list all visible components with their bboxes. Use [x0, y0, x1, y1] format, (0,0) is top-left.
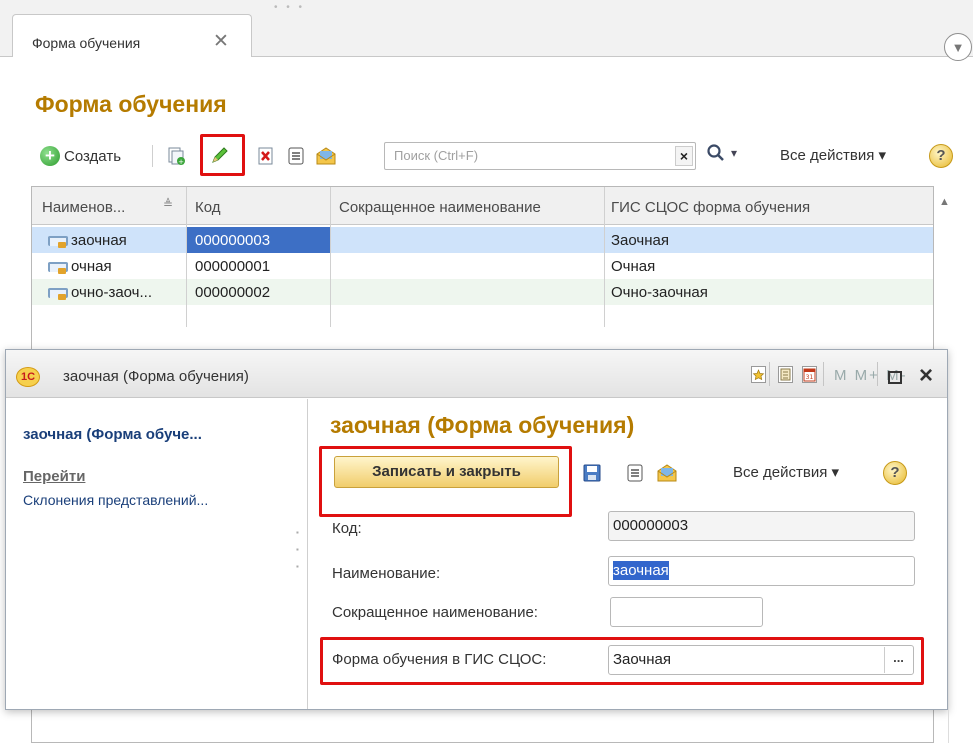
search-button[interactable]: ▾ — [706, 143, 737, 163]
all-actions-button[interactable]: Все действия ▾ — [780, 146, 886, 164]
code-field[interactable]: 000000003 — [608, 511, 915, 541]
column-header-code[interactable]: Код — [195, 199, 221, 216]
column-header-short-name[interactable]: Сокращенное наименование — [339, 199, 541, 216]
maximize-icon[interactable] — [888, 371, 902, 384]
cell-code: 000000002 — [195, 284, 271, 301]
save-and-close-button[interactable]: Записать и закрыть — [334, 456, 559, 488]
document-list-icon — [627, 464, 643, 482]
table-row[interactable] — [32, 279, 933, 305]
title-separator — [769, 362, 770, 386]
tab-close-icon[interactable]: ✕ — [213, 30, 229, 53]
mail-button[interactable] — [313, 143, 339, 169]
table-row[interactable] — [32, 253, 933, 279]
page-title: Форма обучения — [35, 91, 227, 117]
column-divider — [330, 187, 331, 327]
gis-select-button[interactable]: ... — [884, 647, 912, 673]
scroll-up-icon[interactable]: ▲ — [939, 196, 950, 208]
dialog-all-actions-button[interactable]: Все действия ▾ — [733, 463, 839, 481]
search-dropdown-icon: ▾ — [731, 146, 738, 160]
create-button[interactable]: + Создать — [40, 143, 121, 169]
copy-button[interactable]: + — [163, 143, 189, 169]
search-icon — [707, 144, 724, 161]
column-divider — [186, 187, 187, 327]
search-placeholder: Поиск (Ctrl+F) — [394, 148, 479, 163]
catalog-item-icon — [48, 288, 68, 300]
help-icon[interactable]: ? — [883, 461, 907, 485]
create-button-label: Создать — [64, 147, 122, 165]
table-row[interactable] — [32, 227, 933, 253]
floppy-disk-icon — [583, 464, 601, 482]
delete-button[interactable] — [253, 143, 279, 169]
short-name-field[interactable] — [610, 597, 763, 627]
svg-text:31: 31 — [806, 374, 814, 381]
short-name-label: Сокращенное наименование: — [332, 604, 538, 621]
close-icon[interactable]: × — [919, 362, 933, 390]
column-header-name[interactable]: Наименов... — [42, 199, 125, 216]
cell-gis: Очная — [611, 258, 656, 275]
calculator-icon[interactable] — [778, 366, 793, 383]
search-clear-button[interactable]: × — [675, 146, 693, 166]
page-border — [948, 400, 949, 743]
code-label: Код: — [332, 520, 362, 537]
cell-code: 000000001 — [195, 258, 271, 275]
sort-icon[interactable]: ≜ — [163, 197, 173, 211]
name-label: Наименование: — [332, 565, 441, 582]
edit-button[interactable] — [207, 142, 233, 168]
splitter-handle[interactable]: ▪ ▪ ▪ — [296, 524, 300, 575]
plus-icon: + — [40, 146, 60, 166]
dialog-heading: заочная (Форма обучения) — [330, 412, 635, 438]
name-field-value: заочная — [613, 561, 669, 580]
envelope-icon — [657, 464, 677, 482]
copy-icon: + — [168, 147, 185, 166]
help-icon[interactable]: ? — [929, 144, 953, 168]
gis-label: Форма обучения в ГИС СЦОС: — [332, 651, 547, 668]
delete-icon — [258, 147, 273, 165]
cell-gis: Заочная — [611, 232, 669, 249]
cell-name: очно-заоч... — [71, 284, 152, 301]
cell-gis: Очно-заочная — [611, 284, 708, 301]
list-button[interactable] — [622, 460, 648, 486]
nav-link-declensions[interactable]: Склонения представлений... — [23, 492, 208, 508]
cell-code: 000000003 — [195, 232, 271, 249]
app-logo-icon: 1C — [16, 367, 40, 387]
chevron-down-icon[interactable]: ▼ — [944, 33, 972, 61]
nav-goto-header[interactable]: Перейти — [23, 468, 85, 485]
drag-grip[interactable]: • • • — [274, 2, 305, 13]
calendar-icon[interactable]: 31 — [802, 366, 817, 383]
tab-label: Форма обучения — [32, 35, 141, 51]
title-separator — [823, 362, 824, 386]
nav-current-item[interactable]: заочная (Форма обуче... — [23, 426, 202, 443]
column-divider — [604, 187, 605, 327]
name-field[interactable]: заочная — [608, 556, 915, 586]
catalog-item-icon — [48, 262, 68, 274]
catalog-item-icon — [48, 236, 68, 248]
toolbar-separator — [152, 145, 153, 167]
svg-text:+: + — [178, 158, 184, 166]
mail-button[interactable] — [654, 460, 680, 486]
pencil-icon — [212, 147, 228, 163]
dialog-nav-panel — [7, 399, 308, 709]
favorite-star-icon[interactable] — [751, 366, 766, 383]
cell-name: очная — [71, 258, 112, 275]
save-button[interactable] — [579, 460, 605, 486]
document-list-icon — [288, 147, 304, 165]
dialog-title: заочная (Форма обучения) — [63, 368, 249, 385]
title-separator — [877, 362, 878, 386]
column-header-gis[interactable]: ГИС СЦОС форма обучения — [611, 199, 810, 216]
gis-field[interactable]: Заочная — [608, 645, 914, 675]
cell-name: заочная — [71, 232, 127, 249]
list-button[interactable] — [283, 143, 309, 169]
envelope-icon — [316, 147, 336, 165]
